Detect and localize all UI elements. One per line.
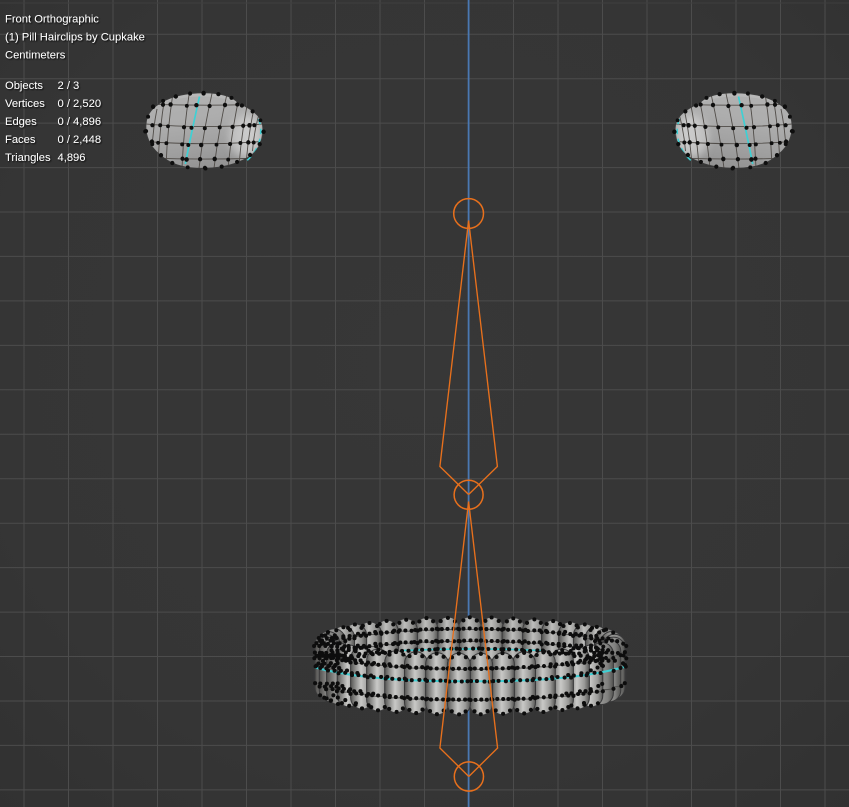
- svg-text:0 / 4,896: 0 / 4,896: [58, 116, 102, 128]
- svg-text:Objects: Objects: [5, 80, 43, 92]
- svg-text:Vertices: Vertices: [5, 98, 45, 110]
- svg-text:Faces: Faces: [5, 134, 36, 146]
- svg-text:0 / 2,448: 0 / 2,448: [58, 134, 102, 146]
- svg-text:4,896: 4,896: [58, 152, 86, 164]
- svg-text:(1) Pill Hairclips by Cupkake: (1) Pill Hairclips by Cupkake: [5, 32, 145, 44]
- svg-text:Front Orthographic: Front Orthographic: [5, 14, 99, 26]
- svg-text:2 / 3: 2 / 3: [58, 80, 80, 92]
- svg-text:Edges: Edges: [5, 116, 37, 128]
- svg-text:0 / 2,520: 0 / 2,520: [58, 98, 102, 110]
- svg-text:Triangles: Triangles: [5, 152, 51, 164]
- svg-text:Centimeters: Centimeters: [5, 50, 66, 62]
